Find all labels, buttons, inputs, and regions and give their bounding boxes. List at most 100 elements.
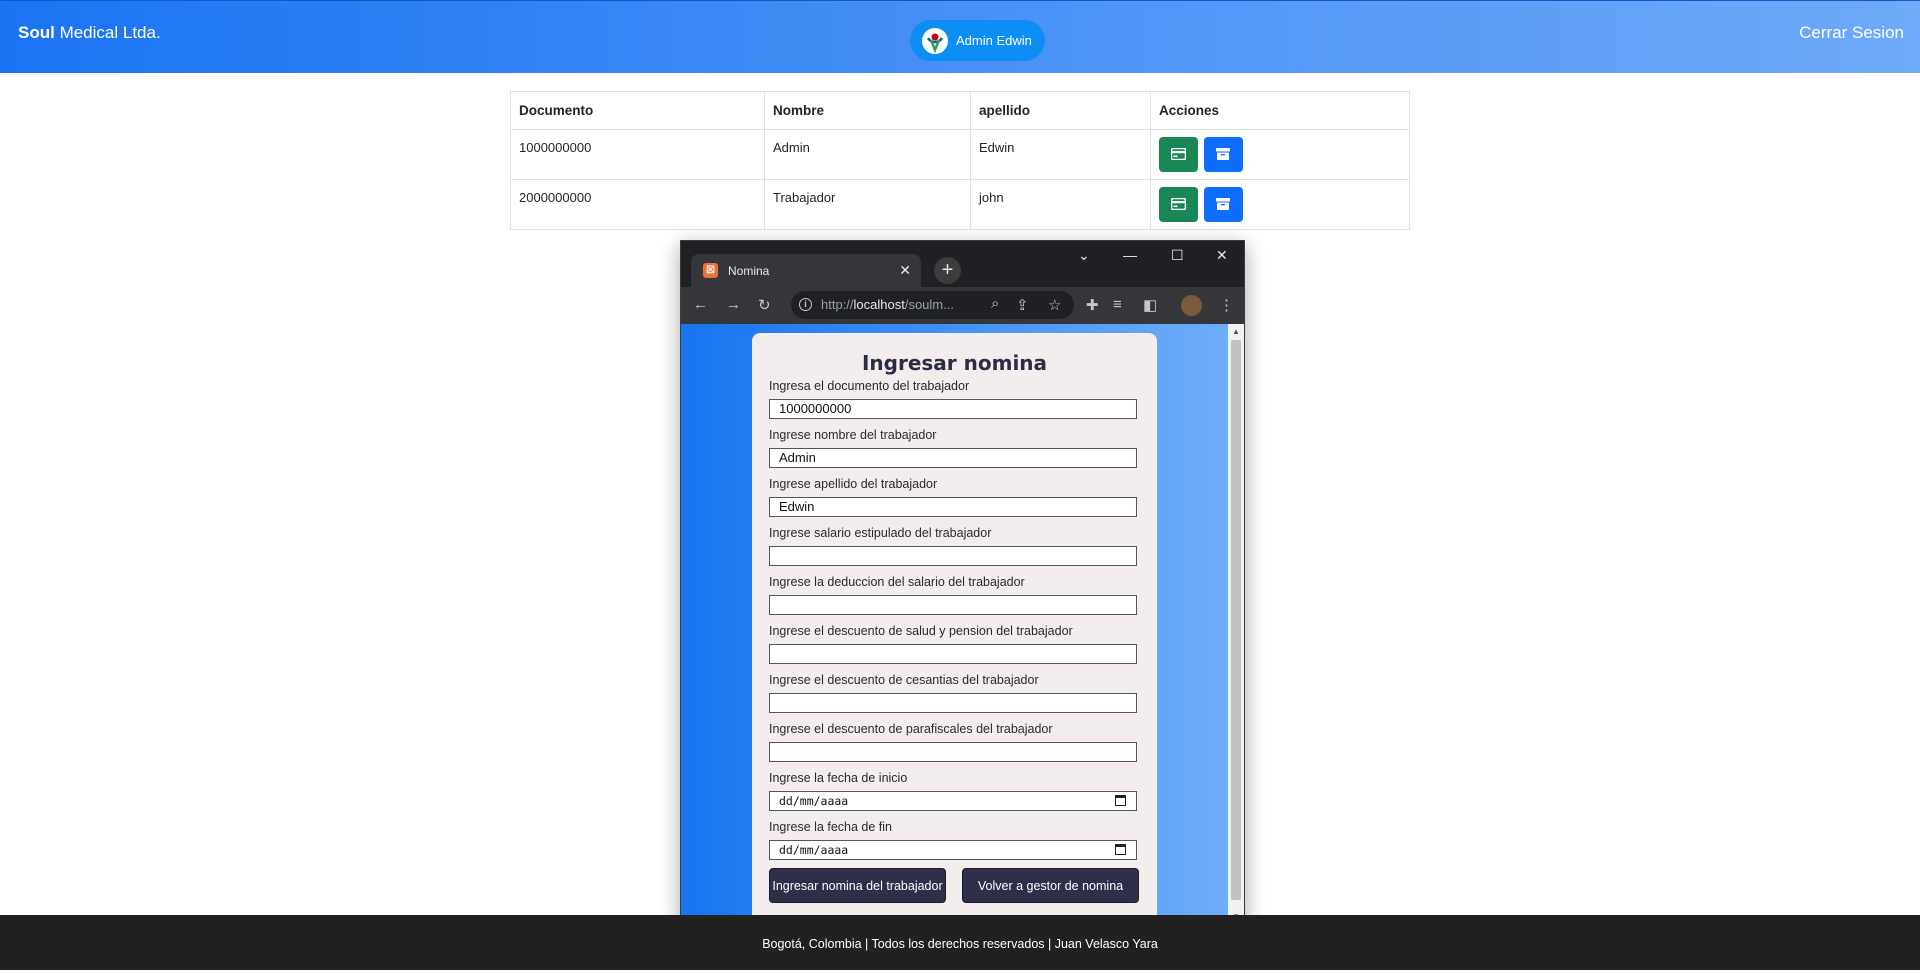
tab-title: Nomina: [728, 263, 770, 278]
field-parafiscales: Ingrese el descuento de parafiscales del…: [769, 721, 1140, 762]
employees-table: Documento Nombre apellido Acciones 10000…: [510, 91, 1410, 230]
maximize-icon[interactable]: ☐: [1171, 247, 1184, 264]
label-salario: Ingrese salario estipulado del trabajado…: [769, 526, 992, 540]
form-buttons: Ingresar nomina del trabajador Volver a …: [769, 868, 1139, 903]
table-header-row: Documento Nombre apellido Acciones: [510, 91, 1410, 130]
salud-pension-input[interactable]: [769, 644, 1137, 664]
fecha-inicio-placeholder: dd/mm/aaaa: [779, 794, 849, 808]
table-row: 1000000000 Admin Edwin: [510, 129, 1410, 180]
submit-payroll-button[interactable]: Ingresar nomina del trabajador: [769, 868, 946, 903]
parafiscales-input[interactable]: [769, 742, 1137, 762]
archive-icon: [1215, 198, 1230, 210]
credit-card-icon: [1171, 198, 1186, 210]
credit-card-icon: [1171, 148, 1186, 160]
brand-rest: Medical Ltda.: [54, 23, 161, 42]
calendar-icon[interactable]: [1115, 844, 1126, 855]
reload-icon[interactable]: ↻: [758, 296, 771, 314]
header-nombre: Nombre: [764, 91, 971, 130]
side-panel-icon[interactable]: ◧: [1143, 296, 1157, 314]
header-acciones: Acciones: [1150, 91, 1410, 130]
tab-close-icon[interactable]: ✕: [899, 262, 911, 279]
bookmark-star-icon[interactable]: ☆: [1048, 296, 1061, 314]
field-nombre: Ingrese nombre del trabajador Admin: [769, 427, 1140, 468]
logout-link[interactable]: Cerrar Sesion: [1799, 23, 1904, 43]
field-fecha-fin: Ingrese la fecha de fin dd/mm/aaaa: [769, 819, 1140, 860]
cell-documento: 1000000000: [510, 129, 765, 180]
browser-tab[interactable]: ☒ Nomina ✕: [691, 254, 921, 287]
label-nombre: Ingrese nombre del trabajador: [769, 428, 937, 442]
fecha-fin-input[interactable]: dd/mm/aaaa: [769, 840, 1137, 860]
site-info-icon[interactable]: i: [799, 298, 812, 311]
address-bar[interactable]: http://localhost/soulm...: [791, 291, 1074, 319]
url-host: localhost: [853, 297, 905, 312]
form-title: Ingresar nomina: [861, 351, 1048, 375]
label-cesantias: Ingrese el descuento de cesantias del tr…: [769, 673, 1039, 687]
wikimedia-icon: [923, 28, 947, 53]
table-row: 2000000000 Trabajador john: [510, 179, 1410, 230]
apellido-input[interactable]: Edwin: [769, 497, 1137, 517]
avatar: [922, 27, 948, 54]
popup-browser-window: ☒ Nomina ✕ + ⌄ — ☐ ✕ ← → ↻ http://localh…: [680, 240, 1245, 925]
field-cesantias: Ingrese el descuento de cesantias del tr…: [769, 672, 1140, 713]
tab-search-chevron-icon[interactable]: ⌄: [1078, 247, 1090, 264]
field-fecha-inicio: Ingrese la fecha de inicio dd/mm/aaaa: [769, 770, 1140, 811]
field-documento: Ingresa el documento del trabajador 1000…: [769, 378, 1140, 419]
field-salud-pension: Ingrese el descuento de salud y pension …: [769, 623, 1140, 664]
calendar-icon[interactable]: [1115, 795, 1126, 806]
cell-nombre: Admin: [764, 129, 971, 180]
documento-input[interactable]: 1000000000: [769, 399, 1137, 419]
reading-list-icon[interactable]: ≡: [1113, 296, 1122, 313]
window-close-icon[interactable]: ✕: [1216, 247, 1228, 264]
label-salud-pension: Ingrese el descuento de salud y pension …: [769, 624, 1073, 638]
extensions-puzzle-icon[interactable]: ✚: [1086, 296, 1099, 314]
cell-apellido: Edwin: [970, 129, 1151, 180]
field-salario: Ingrese salario estipulado del trabajado…: [769, 525, 1140, 566]
cell-nombre: Trabajador: [764, 179, 971, 230]
cell-apellido: john: [970, 179, 1151, 230]
new-tab-button[interactable]: +: [934, 257, 961, 284]
minimize-icon[interactable]: —: [1123, 247, 1137, 263]
label-apellido: Ingrese apellido del trabajador: [769, 477, 938, 491]
top-navbar: Soul Medical Ltda. Admin Edwin Cerrar Se…: [0, 0, 1920, 73]
menu-kebab-icon[interactable]: ⋮: [1219, 296, 1234, 314]
brand-bold: Soul: [18, 23, 55, 42]
nombre-input[interactable]: Admin: [769, 448, 1137, 468]
xampp-favicon-icon: ☒: [703, 263, 718, 278]
browser-toolbar: ← → ↻ http://localhost/soulm... i ⌕ ⇪ ☆ …: [681, 287, 1244, 324]
label-fecha-inicio: Ingrese la fecha de inicio: [769, 771, 908, 785]
url-prefix: http://: [821, 297, 854, 312]
back-arrow-icon[interactable]: ←: [693, 296, 708, 313]
label-deduccion: Ingrese la deduccion del salario del tra…: [769, 575, 1025, 589]
deduccion-input[interactable]: [769, 595, 1137, 615]
user-profile-pill[interactable]: Admin Edwin: [910, 20, 1045, 61]
salario-input[interactable]: [769, 546, 1137, 566]
scroll-up-arrow-icon[interactable]: ▲: [1232, 327, 1240, 336]
header-apellido: apellido: [970, 91, 1151, 130]
share-icon[interactable]: ⇪: [1016, 296, 1029, 314]
payroll-button[interactable]: [1159, 137, 1198, 172]
vertical-scrollbar[interactable]: ▲ ▼: [1228, 324, 1244, 924]
url-path: /soulm...: [904, 297, 954, 312]
fecha-fin-placeholder: dd/mm/aaaa: [779, 843, 849, 857]
forward-arrow-icon[interactable]: →: [726, 296, 741, 313]
archive-icon: [1215, 148, 1230, 160]
payroll-form: Ingresar nomina Ingresa el documento del…: [752, 333, 1157, 924]
page-footer: Bogotá, Colombia | Todos los derechos re…: [0, 915, 1920, 970]
label-parafiscales: Ingrese el descuento de parafiscales del…: [769, 722, 1053, 736]
user-name: Admin Edwin: [956, 33, 1032, 48]
archive-button[interactable]: [1203, 187, 1243, 222]
payroll-button[interactable]: [1159, 187, 1198, 222]
cell-acciones: [1150, 129, 1410, 180]
profile-avatar[interactable]: [1181, 295, 1202, 316]
back-to-manager-button[interactable]: Volver a gestor de nomina: [962, 868, 1139, 903]
footer-text: Bogotá, Colombia | Todos los derechos re…: [762, 937, 1158, 951]
cell-documento: 2000000000: [510, 179, 765, 230]
scrollbar-thumb[interactable]: [1231, 340, 1241, 900]
browser-tab-bar: ☒ Nomina ✕ + ⌄ — ☐ ✕: [681, 241, 1244, 287]
fecha-inicio-input[interactable]: dd/mm/aaaa: [769, 791, 1137, 811]
field-apellido: Ingrese apellido del trabajador Edwin: [769, 476, 1140, 517]
brand-logo[interactable]: Soul Medical Ltda.: [18, 23, 161, 43]
zoom-icon[interactable]: ⌕: [991, 295, 999, 312]
cesantias-input[interactable]: [769, 693, 1137, 713]
archive-button[interactable]: [1203, 137, 1243, 172]
